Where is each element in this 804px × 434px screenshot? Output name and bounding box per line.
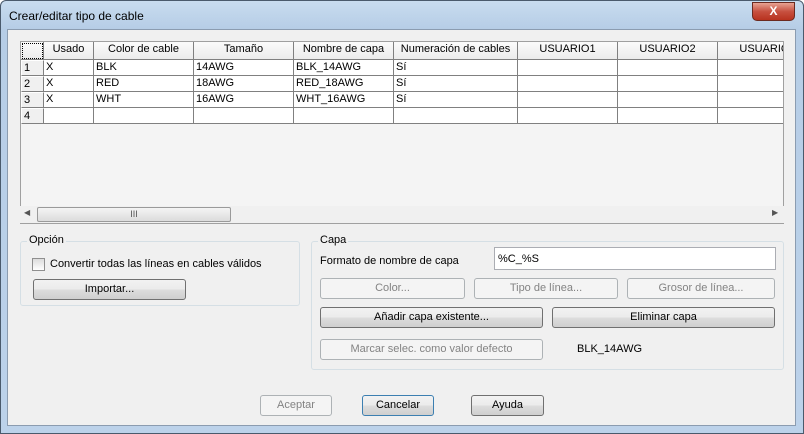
- grid-cell[interactable]: Sí: [394, 76, 518, 92]
- ok-button[interactable]: Aceptar: [260, 395, 332, 416]
- convert-lines-label: Convertir todas las líneas en cables vál…: [50, 258, 262, 270]
- scroll-right-arrow-icon[interactable]: ▶: [772, 208, 778, 217]
- option-group-title: Opción: [27, 234, 66, 246]
- column-header[interactable]: Usado: [44, 42, 94, 60]
- grid-cell[interactable]: [294, 108, 394, 124]
- grid-cell[interactable]: [718, 60, 783, 76]
- grid-cell[interactable]: [518, 60, 618, 76]
- grid-cell[interactable]: [618, 92, 718, 108]
- layer-group-title: Capa: [318, 234, 349, 246]
- grid-cell[interactable]: [718, 92, 783, 108]
- column-header[interactable]: Numeración de cables: [394, 42, 518, 60]
- grid-cell[interactable]: [394, 108, 518, 124]
- help-button[interactable]: Ayuda: [471, 395, 544, 416]
- grid-cell[interactable]: [518, 76, 618, 92]
- grid-cell[interactable]: Sí: [394, 92, 518, 108]
- grid-cell[interactable]: WHT_16AWG: [294, 92, 394, 108]
- lineweight-button[interactable]: Grosor de línea...: [627, 278, 775, 299]
- grid-cell[interactable]: 14AWG: [194, 60, 294, 76]
- column-header[interactable]: Tamaño: [194, 42, 294, 60]
- import-button[interactable]: Importar...: [33, 279, 186, 300]
- linetype-button[interactable]: Tipo de línea...: [474, 278, 618, 299]
- grid-corner[interactable]: [21, 42, 44, 60]
- grid-cell[interactable]: BLK: [94, 60, 194, 76]
- color-button[interactable]: Color...: [320, 278, 465, 299]
- column-header[interactable]: Color de cable: [94, 42, 194, 60]
- grid-cell[interactable]: [718, 76, 783, 92]
- set-default-button[interactable]: Marcar selec. como valor defecto: [320, 339, 543, 360]
- scroll-left-arrow-icon[interactable]: ◀: [24, 208, 30, 217]
- grid-cell[interactable]: X: [44, 92, 94, 108]
- horizontal-scrollbar[interactable]: ◀ III ▶: [20, 206, 784, 223]
- layer-format-label: Formato de nombre de capa: [320, 255, 459, 267]
- row-header[interactable]: 2: [21, 76, 44, 92]
- delete-layer-button[interactable]: Eliminar capa: [552, 307, 775, 328]
- grid-cell[interactable]: [94, 108, 194, 124]
- grid-cell[interactable]: RED_18AWG: [294, 76, 394, 92]
- row-header[interactable]: 1: [21, 60, 44, 76]
- column-header[interactable]: USUARIO2: [618, 42, 718, 60]
- column-header[interactable]: USUARIO1: [518, 42, 618, 60]
- grid-cell[interactable]: [618, 76, 718, 92]
- column-header[interactable]: USUARIO3: [718, 42, 783, 60]
- grid-cell[interactable]: WHT: [94, 92, 194, 108]
- grid-cell[interactable]: X: [44, 60, 94, 76]
- convert-lines-checkbox[interactable]: [32, 258, 45, 271]
- grid-cell[interactable]: [518, 108, 618, 124]
- grid-cell[interactable]: [618, 60, 718, 76]
- row-header[interactable]: 3: [21, 92, 44, 108]
- grid-cell[interactable]: BLK_14AWG: [294, 60, 394, 76]
- grid-cell[interactable]: [718, 108, 783, 124]
- grid-cell[interactable]: [44, 108, 94, 124]
- column-header[interactable]: Nombre de capa: [294, 42, 394, 60]
- grid-cell[interactable]: 16AWG: [194, 92, 294, 108]
- layer-format-input[interactable]: [494, 247, 776, 270]
- grid-cell[interactable]: X: [44, 76, 94, 92]
- grid-cell[interactable]: RED: [94, 76, 194, 92]
- grid-cell[interactable]: Sí: [394, 60, 518, 76]
- add-existing-layer-button[interactable]: Añadir capa existente...: [320, 307, 543, 328]
- close-button[interactable]: X: [752, 2, 795, 21]
- row-header[interactable]: 4: [21, 108, 44, 124]
- default-layer-value: BLK_14AWG: [577, 343, 643, 355]
- window-title: Crear/editar tipo de cable: [9, 9, 144, 23]
- grid-cell[interactable]: [194, 108, 294, 124]
- grid-cell[interactable]: 18AWG: [194, 76, 294, 92]
- cable-type-grid[interactable]: Usado Color de cable Tamaño Nombre de capa N…: [20, 41, 784, 224]
- grid-cell[interactable]: [518, 92, 618, 108]
- grid-cell[interactable]: [618, 108, 718, 124]
- cancel-button[interactable]: Cancelar: [362, 395, 434, 416]
- scroll-thumb[interactable]: III: [37, 207, 231, 222]
